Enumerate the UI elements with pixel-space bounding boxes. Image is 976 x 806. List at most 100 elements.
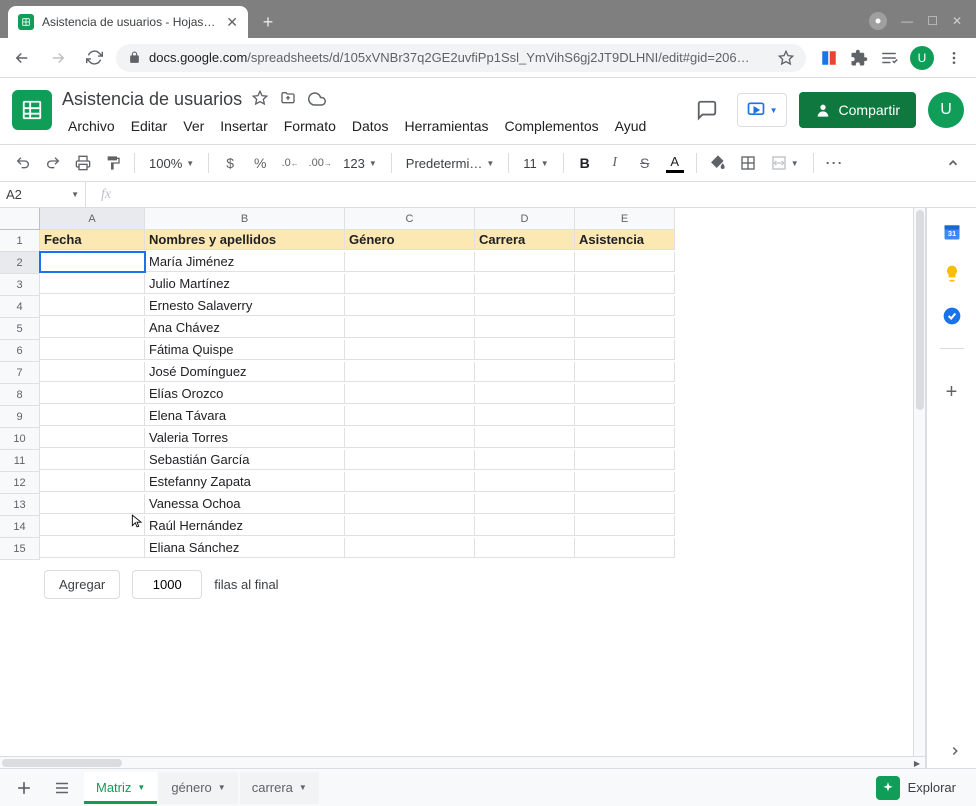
cell[interactable]: Vanessa Ochoa bbox=[145, 494, 345, 514]
doc-title[interactable]: Asistencia de usuarios bbox=[62, 89, 242, 110]
name-box[interactable]: A2▼ bbox=[0, 182, 86, 207]
add-addon-icon[interactable]: + bbox=[946, 381, 958, 404]
cell[interactable] bbox=[40, 318, 145, 338]
row-header[interactable]: 2 bbox=[0, 252, 40, 274]
nav-reload-icon[interactable] bbox=[80, 44, 108, 72]
collapse-toolbar-icon[interactable] bbox=[940, 150, 966, 176]
cell[interactable] bbox=[40, 252, 145, 272]
cell[interactable] bbox=[575, 318, 675, 338]
col-header[interactable]: D bbox=[475, 208, 575, 230]
keep-icon[interactable] bbox=[942, 264, 962, 284]
col-header[interactable]: E bbox=[575, 208, 675, 230]
row-header[interactable]: 13 bbox=[0, 494, 40, 516]
row-header[interactable]: 11 bbox=[0, 450, 40, 472]
new-tab-button[interactable]: + bbox=[254, 8, 282, 36]
cell[interactable] bbox=[475, 274, 575, 294]
cell[interactable] bbox=[575, 252, 675, 272]
cell[interactable] bbox=[345, 538, 475, 558]
percent-button[interactable]: % bbox=[247, 150, 273, 176]
tasks-icon[interactable] bbox=[942, 306, 962, 326]
menu-datos[interactable]: Datos bbox=[346, 114, 395, 138]
cell[interactable] bbox=[475, 318, 575, 338]
cell[interactable] bbox=[475, 384, 575, 404]
add-rows-input[interactable] bbox=[132, 570, 202, 599]
spreadsheet-grid[interactable]: ABCDE1FechaNombres y apellidosGéneroCarr… bbox=[0, 208, 925, 560]
sheet-tab[interactable]: carrera▼ bbox=[240, 772, 319, 804]
menu-archivo[interactable]: Archivo bbox=[62, 114, 121, 138]
cell[interactable] bbox=[575, 340, 675, 360]
cell[interactable] bbox=[575, 428, 675, 448]
row-header[interactable]: 4 bbox=[0, 296, 40, 318]
cell[interactable] bbox=[575, 472, 675, 492]
font-selector[interactable]: Predetermi…▼ bbox=[400, 156, 501, 171]
row-header[interactable]: 3 bbox=[0, 274, 40, 296]
row-header[interactable]: 8 bbox=[0, 384, 40, 406]
cell[interactable] bbox=[40, 362, 145, 382]
horizontal-scrollbar[interactable]: ◀▶ bbox=[0, 756, 925, 768]
cell[interactable]: Julio Martínez bbox=[145, 274, 345, 294]
borders-button[interactable] bbox=[735, 150, 761, 176]
vertical-scrollbar[interactable] bbox=[913, 208, 925, 768]
cell[interactable] bbox=[475, 428, 575, 448]
cell[interactable] bbox=[40, 494, 145, 514]
cell[interactable] bbox=[40, 450, 145, 470]
nav-back-icon[interactable] bbox=[8, 44, 36, 72]
cell[interactable] bbox=[345, 384, 475, 404]
cell[interactable]: Eliana Sánchez bbox=[145, 538, 345, 558]
cell[interactable] bbox=[40, 406, 145, 426]
cloud-status-icon[interactable] bbox=[308, 90, 326, 108]
move-folder-icon[interactable] bbox=[280, 90, 296, 108]
fill-color-button[interactable] bbox=[705, 150, 731, 176]
cell[interactable]: Fátima Quispe bbox=[145, 340, 345, 360]
cell[interactable]: Elena Távara bbox=[145, 406, 345, 426]
present-button[interactable]: ▼ bbox=[737, 93, 787, 127]
cell[interactable] bbox=[345, 428, 475, 448]
row-header[interactable]: 10 bbox=[0, 428, 40, 450]
menu-ver[interactable]: Ver bbox=[177, 114, 210, 138]
col-header[interactable]: C bbox=[345, 208, 475, 230]
row-header[interactable]: 5 bbox=[0, 318, 40, 340]
cell[interactable] bbox=[40, 384, 145, 404]
currency-button[interactable]: $ bbox=[217, 150, 243, 176]
header-cell[interactable]: Nombres y apellidos bbox=[145, 230, 345, 250]
formula-input[interactable] bbox=[126, 182, 976, 207]
redo-icon[interactable] bbox=[40, 150, 66, 176]
comments-icon[interactable] bbox=[689, 92, 725, 128]
col-header[interactable]: A bbox=[40, 208, 145, 230]
zoom-selector[interactable]: 100%▼ bbox=[143, 156, 200, 171]
row-header[interactable]: 6 bbox=[0, 340, 40, 362]
cell[interactable] bbox=[575, 362, 675, 382]
cell[interactable] bbox=[475, 472, 575, 492]
cell[interactable] bbox=[475, 406, 575, 426]
sheets-logo-icon[interactable] bbox=[12, 90, 52, 130]
calendar-icon[interactable]: 31 bbox=[942, 222, 962, 242]
collapse-sidepanel-icon[interactable] bbox=[948, 744, 962, 758]
merge-cells-button[interactable]: ▼ bbox=[765, 155, 805, 171]
paint-format-icon[interactable] bbox=[100, 150, 126, 176]
cell[interactable]: Estefanny Zapata bbox=[145, 472, 345, 492]
cell[interactable] bbox=[40, 538, 145, 558]
profile-indicator-icon[interactable] bbox=[869, 12, 887, 30]
decrease-decimal-button[interactable]: .0← bbox=[277, 150, 303, 176]
cell[interactable]: Valeria Torres bbox=[145, 428, 345, 448]
cell[interactable] bbox=[40, 428, 145, 448]
cell[interactable] bbox=[575, 538, 675, 558]
cell[interactable] bbox=[475, 538, 575, 558]
strikethrough-button[interactable]: S bbox=[632, 150, 658, 176]
cell[interactable] bbox=[40, 472, 145, 492]
print-icon[interactable] bbox=[70, 150, 96, 176]
bookmark-star-icon[interactable] bbox=[778, 50, 794, 66]
cell[interactable] bbox=[575, 450, 675, 470]
menu-ayuda[interactable]: Ayud bbox=[609, 114, 653, 138]
extension-icon[interactable] bbox=[820, 49, 838, 67]
cell[interactable] bbox=[345, 450, 475, 470]
cell[interactable] bbox=[40, 296, 145, 316]
cell[interactable] bbox=[40, 274, 145, 294]
cell[interactable]: José Domínguez bbox=[145, 362, 345, 382]
row-header[interactable]: 9 bbox=[0, 406, 40, 428]
browser-menu-icon[interactable] bbox=[946, 50, 962, 66]
undo-icon[interactable] bbox=[10, 150, 36, 176]
cell[interactable] bbox=[475, 340, 575, 360]
sheet-tab[interactable]: Matriz▼ bbox=[84, 772, 157, 804]
cell[interactable]: Elías Orozco bbox=[145, 384, 345, 404]
